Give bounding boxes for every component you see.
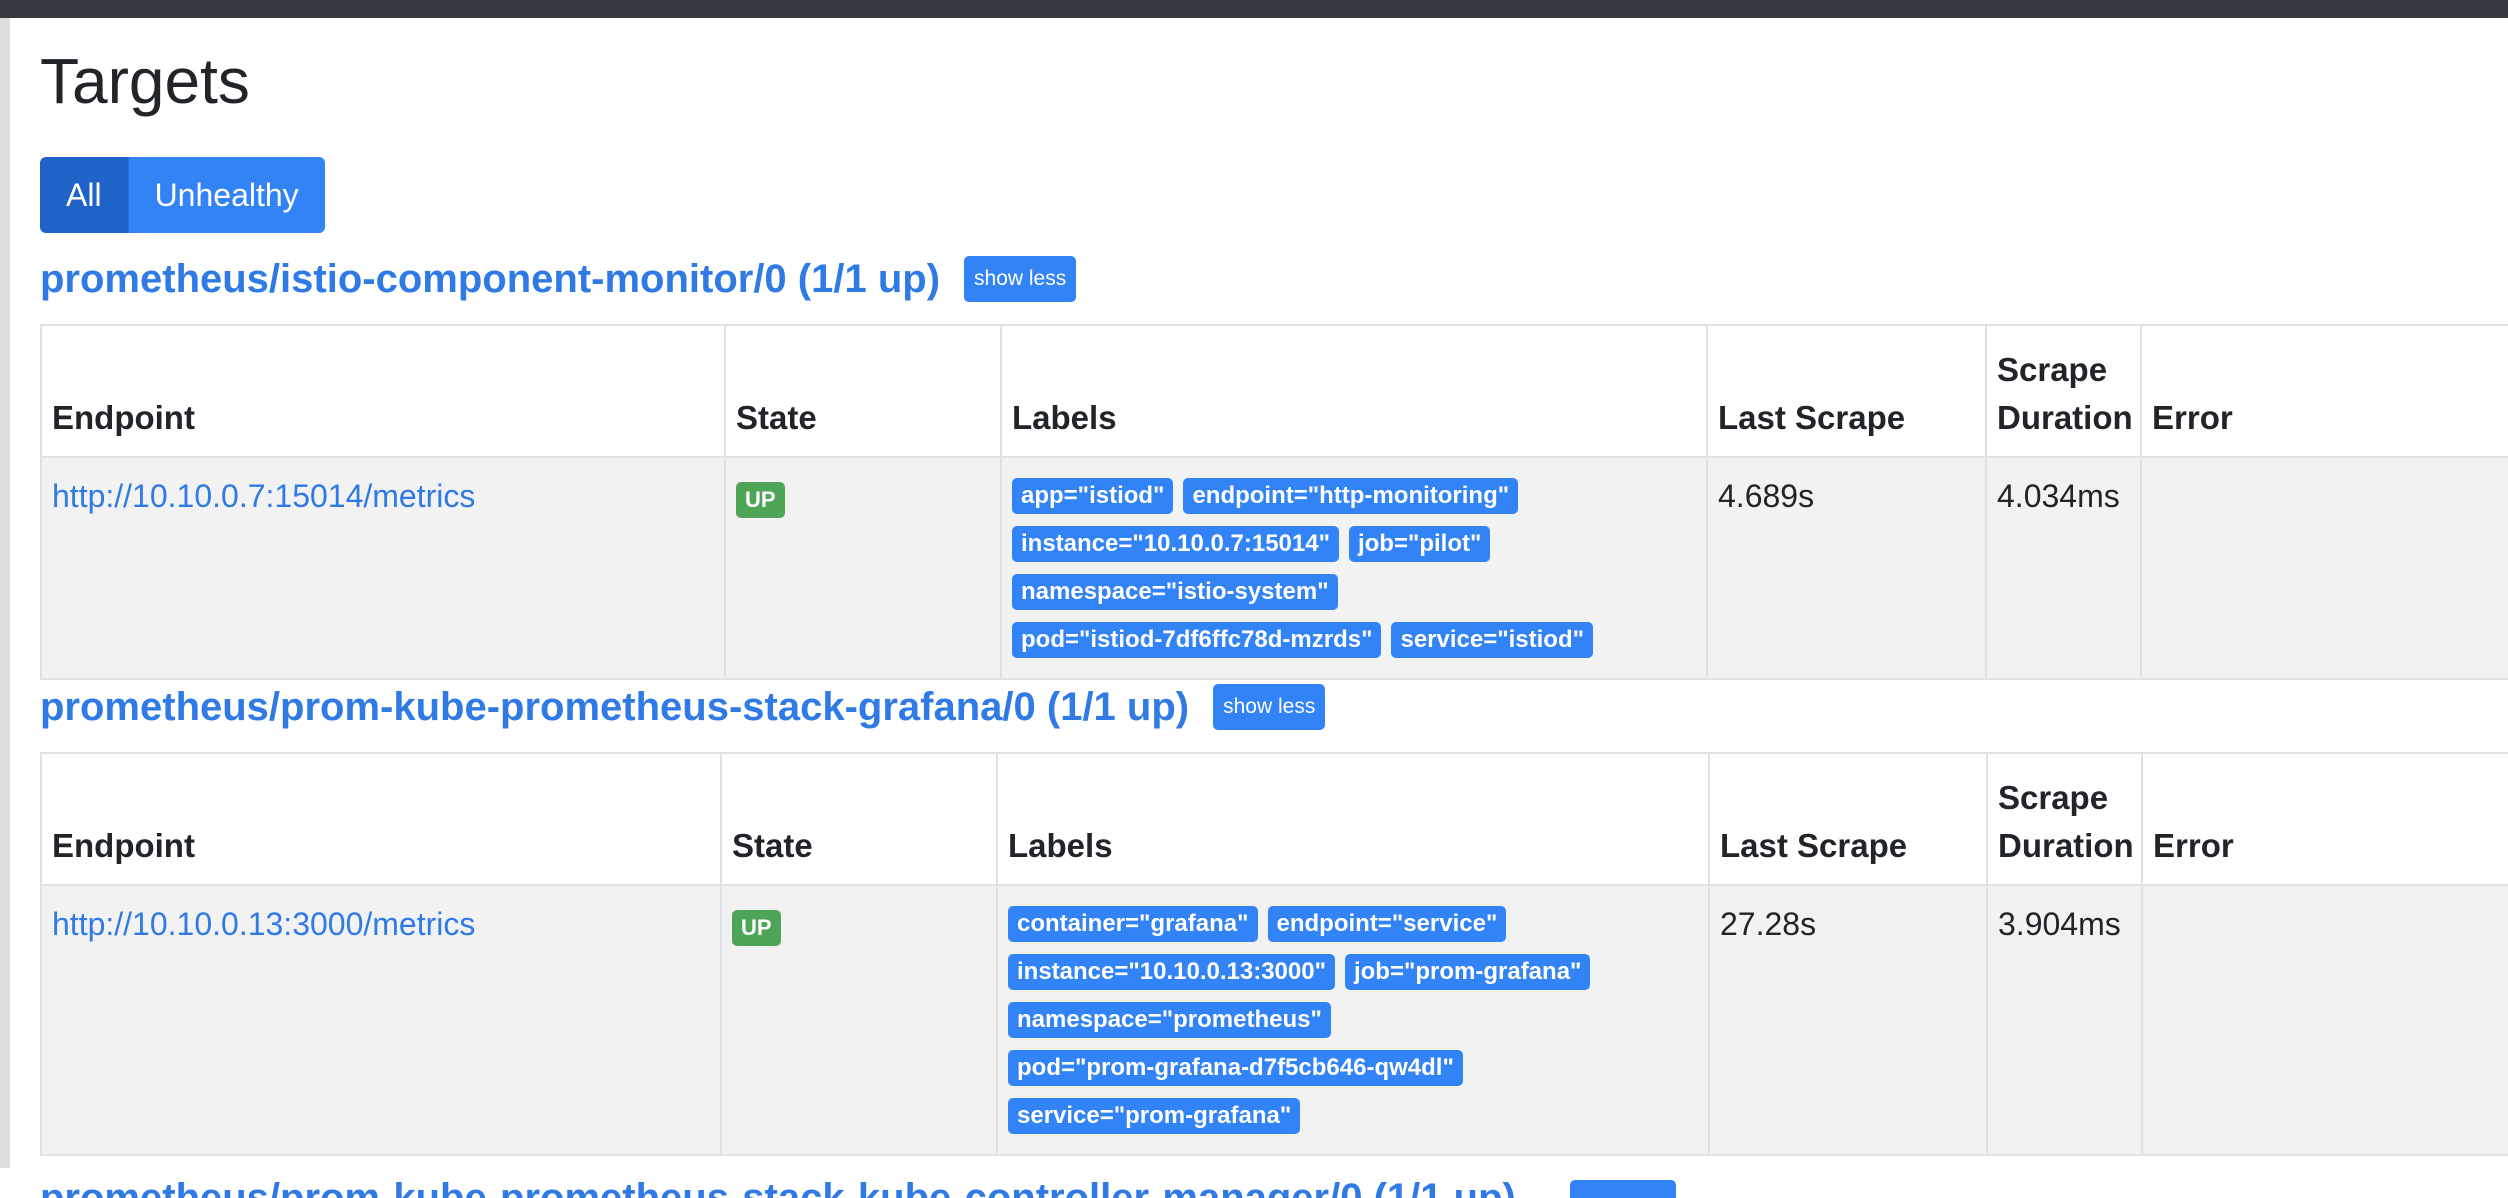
label-badge: namespace="prometheus" bbox=[1008, 1002, 1331, 1038]
endpoint-column-header: Endpoint bbox=[40, 752, 722, 886]
labels-column-header: Labels bbox=[996, 752, 1710, 886]
scrape-duration-header-line2: Duration bbox=[1998, 827, 2134, 864]
table-header-row: Endpoint State Labels Last Scrape Scrape… bbox=[40, 752, 2508, 886]
pool-title-link[interactable]: prometheus/istio-component-monitor/0 (1/… bbox=[40, 257, 940, 302]
label-badge: endpoint="service" bbox=[1267, 906, 1507, 942]
labels-cell: app="istiod" endpoint="http-monitoring" … bbox=[1000, 456, 1708, 680]
left-edge-bar bbox=[0, 18, 10, 1168]
top-navbar bbox=[0, 0, 2508, 18]
scrape-duration-header-line1: Scrape bbox=[1998, 779, 2109, 816]
label-badge: pod="prom-grafana-d7f5cb646-qw4dl" bbox=[1008, 1050, 1463, 1086]
page-title: Targets bbox=[40, 45, 250, 117]
scrape-duration-cell: 4.034ms bbox=[1985, 456, 2142, 680]
error-column-header: Error bbox=[2141, 752, 2508, 886]
filter-button-group: All Unhealthy bbox=[40, 157, 325, 233]
label-badge: instance="10.10.0.7:15014" bbox=[1012, 526, 1339, 562]
table-header-row: Endpoint State Labels Last Scrape Scrape… bbox=[40, 324, 2508, 458]
filter-all-button[interactable]: All bbox=[40, 157, 128, 233]
last-scrape-column-header: Last Scrape bbox=[1706, 324, 1987, 458]
endpoint-link[interactable]: http://10.10.0.7:15014/metrics bbox=[52, 478, 475, 514]
scrape-duration-column-header: Scrape Duration bbox=[1985, 324, 2142, 458]
labels-list: app="istiod" endpoint="http-monitoring" … bbox=[1012, 478, 1696, 670]
endpoint-cell: http://10.10.0.13:3000/metrics bbox=[40, 884, 722, 1156]
pool-title-link[interactable]: prometheus/prom-kube-prometheus-stack-ku… bbox=[40, 1168, 1700, 1198]
pool-title-link[interactable]: prometheus/prom-kube-prometheus-stack-gr… bbox=[40, 685, 1189, 730]
endpoint-cell: http://10.10.0.7:15014/metrics bbox=[40, 456, 726, 680]
scrape-duration-cell: 3.904ms bbox=[1986, 884, 2143, 1156]
state-cell: UP bbox=[724, 456, 1002, 680]
scrape-duration-header-line2: Duration bbox=[1997, 399, 2133, 436]
targets-table: Endpoint State Labels Last Scrape Scrape… bbox=[40, 324, 2508, 680]
label-badge: container="grafana" bbox=[1008, 906, 1258, 942]
label-badge: instance="10.10.0.13:3000" bbox=[1008, 954, 1335, 990]
label-badge: service="istiod" bbox=[1391, 622, 1593, 658]
endpoint-column-header: Endpoint bbox=[40, 324, 726, 458]
label-badge: job="prom-grafana" bbox=[1344, 954, 1591, 990]
labels-cell: container="grafana" endpoint="service" i… bbox=[996, 884, 1710, 1156]
last-scrape-column-header: Last Scrape bbox=[1708, 752, 1988, 886]
show-less-button[interactable]: show less bbox=[964, 256, 1077, 302]
labels-column-header: Labels bbox=[1000, 324, 1708, 458]
scrape-duration-column-header: Scrape Duration bbox=[1986, 752, 2143, 886]
last-scrape-cell: 27.28s bbox=[1708, 884, 1988, 1156]
error-cell bbox=[2140, 456, 2508, 680]
state-column-header: State bbox=[720, 752, 998, 886]
label-badge: service="prom-grafana" bbox=[1008, 1098, 1301, 1134]
state-cell: UP bbox=[720, 884, 998, 1156]
table-row: http://10.10.0.13:3000/metrics UP contai… bbox=[40, 884, 2508, 1156]
error-column-header: Error bbox=[2140, 324, 2508, 458]
show-less-button[interactable]: show less bbox=[1213, 684, 1326, 730]
label-badge: app="istiod" bbox=[1012, 478, 1174, 514]
show-less-button-partial[interactable] bbox=[1570, 1180, 1676, 1198]
pool-header: prometheus/istio-component-monitor/0 (1/… bbox=[40, 249, 1077, 309]
endpoint-link[interactable]: http://10.10.0.13:3000/metrics bbox=[52, 906, 475, 942]
scrape-duration-header-line1: Scrape bbox=[1997, 351, 2108, 388]
label-badge: job="pilot" bbox=[1348, 526, 1491, 562]
next-pool-header-partial: prometheus/prom-kube-prometheus-stack-ku… bbox=[40, 1168, 1700, 1198]
error-cell bbox=[2141, 884, 2508, 1156]
state-column-header: State bbox=[724, 324, 1002, 458]
label-badge: namespace="istio-system" bbox=[1012, 574, 1338, 610]
last-scrape-cell: 4.689s bbox=[1706, 456, 1987, 680]
table-row: http://10.10.0.7:15014/metrics UP app="i… bbox=[40, 456, 2508, 680]
labels-list: container="grafana" endpoint="service" i… bbox=[1008, 906, 1698, 1146]
label-badge: pod="istiod-7df6ffc78d-mzrds" bbox=[1012, 622, 1382, 658]
label-badge: endpoint="http-monitoring" bbox=[1183, 478, 1519, 514]
pool-header: prometheus/prom-kube-prometheus-stack-gr… bbox=[40, 677, 1326, 737]
targets-table: Endpoint State Labels Last Scrape Scrape… bbox=[40, 752, 2508, 1156]
filter-unhealthy-button[interactable]: Unhealthy bbox=[127, 157, 325, 233]
state-badge: UP bbox=[732, 910, 781, 946]
state-badge: UP bbox=[736, 482, 785, 518]
